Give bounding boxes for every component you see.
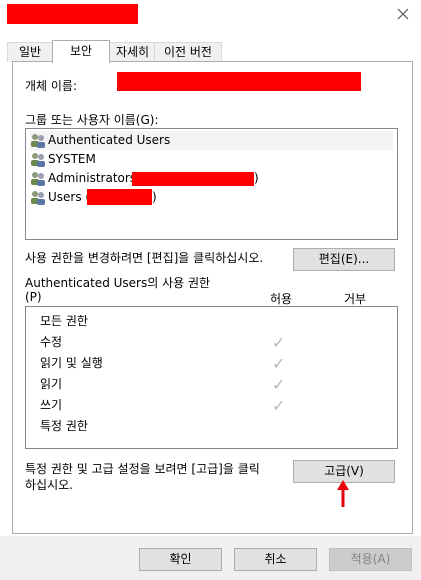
list-item[interactable]: Authenticated Users xyxy=(30,131,393,150)
permission-row: 모든 권한 xyxy=(40,311,390,332)
user-group-icon xyxy=(31,134,45,148)
annotation-arrow-up xyxy=(337,480,349,507)
user-group-icon xyxy=(31,191,45,205)
edit-hint: 사용 권한을 변경하려면 [편집]을 클릭하십시오. xyxy=(25,251,264,265)
check-icon: ✓ xyxy=(272,396,286,415)
check-icon: ✓ xyxy=(272,333,286,352)
user-label: Authenticated Users xyxy=(48,133,171,147)
permission-row: 읽기 및 실행 ✓ xyxy=(40,353,390,374)
allow-header: 허용 xyxy=(270,292,293,306)
user-label: Users ( xyxy=(48,190,91,204)
users-listbox[interactable]: Authenticated Users SYSTEM Administrator… xyxy=(25,128,398,240)
user-label: Administrators ( xyxy=(48,171,145,185)
advanced-hint-line1: 특정 권한 및 고급 설정을 보려면 [고급]을 클릭 xyxy=(25,462,260,476)
tab-general[interactable]: 일반 xyxy=(7,42,53,62)
permission-name: 읽기 xyxy=(40,377,63,391)
permission-row: 수정 ✓ xyxy=(40,332,390,353)
permission-name: 특정 권한 xyxy=(40,419,88,433)
dialog-footer: 확인 취소 적용(A) xyxy=(0,536,421,580)
deny-header: 거부 xyxy=(344,292,367,306)
permission-row: 쓰기 ✓ xyxy=(40,395,390,416)
permission-name: 모든 권한 xyxy=(40,314,88,328)
redacted-object-name xyxy=(117,72,361,91)
groups-label: 그룹 또는 사용자 이름(G): xyxy=(25,113,159,127)
permissions-accel: (P) xyxy=(25,290,42,304)
redacted-domain xyxy=(87,189,152,205)
permissions-listbox[interactable]: 모든 권한 수정 ✓ 읽기 및 실행 ✓ 읽기 ✓ 쓰기 ✓ 특정 권한 xyxy=(25,306,398,449)
object-name-label: 개체 이름: xyxy=(25,79,78,93)
close-icon[interactable] xyxy=(396,7,410,21)
redacted-title xyxy=(7,4,138,24)
check-icon: ✓ xyxy=(272,375,286,394)
permission-name: 수정 xyxy=(40,335,63,349)
permission-name: 읽기 및 실행 xyxy=(40,356,103,370)
list-item[interactable]: Users ( ) xyxy=(30,188,393,207)
user-group-icon xyxy=(31,172,45,186)
properties-dialog: { "tabs": [ {"label": "일반"}, {"label": "… xyxy=(0,0,421,580)
redacted-domain xyxy=(132,172,254,186)
ok-button[interactable]: 확인 xyxy=(139,548,222,571)
cancel-button[interactable]: 취소 xyxy=(234,548,317,571)
permissions-for-label: Authenticated Users의 사용 권한 xyxy=(25,276,211,290)
user-group-icon xyxy=(31,153,45,167)
advanced-hint-line2: 하십시오. xyxy=(25,478,73,492)
permission-row: 특정 권한 xyxy=(40,416,390,437)
tab-details[interactable]: 자세히 xyxy=(108,42,157,62)
permission-name: 쓰기 xyxy=(40,398,63,412)
user-label: SYSTEM xyxy=(48,152,96,166)
user-suffix: ) xyxy=(152,190,157,204)
edit-button[interactable]: 편집(E)... xyxy=(293,248,395,271)
apply-button[interactable]: 적용(A) xyxy=(329,548,412,571)
tab-security[interactable]: 보안 xyxy=(52,40,110,63)
list-item[interactable]: Administrators ( ) xyxy=(30,169,393,188)
user-suffix: ) xyxy=(254,171,259,185)
check-icon: ✓ xyxy=(272,354,286,373)
permission-row: 읽기 ✓ xyxy=(40,374,390,395)
tab-previous-versions[interactable]: 이전 버전 xyxy=(154,42,222,62)
